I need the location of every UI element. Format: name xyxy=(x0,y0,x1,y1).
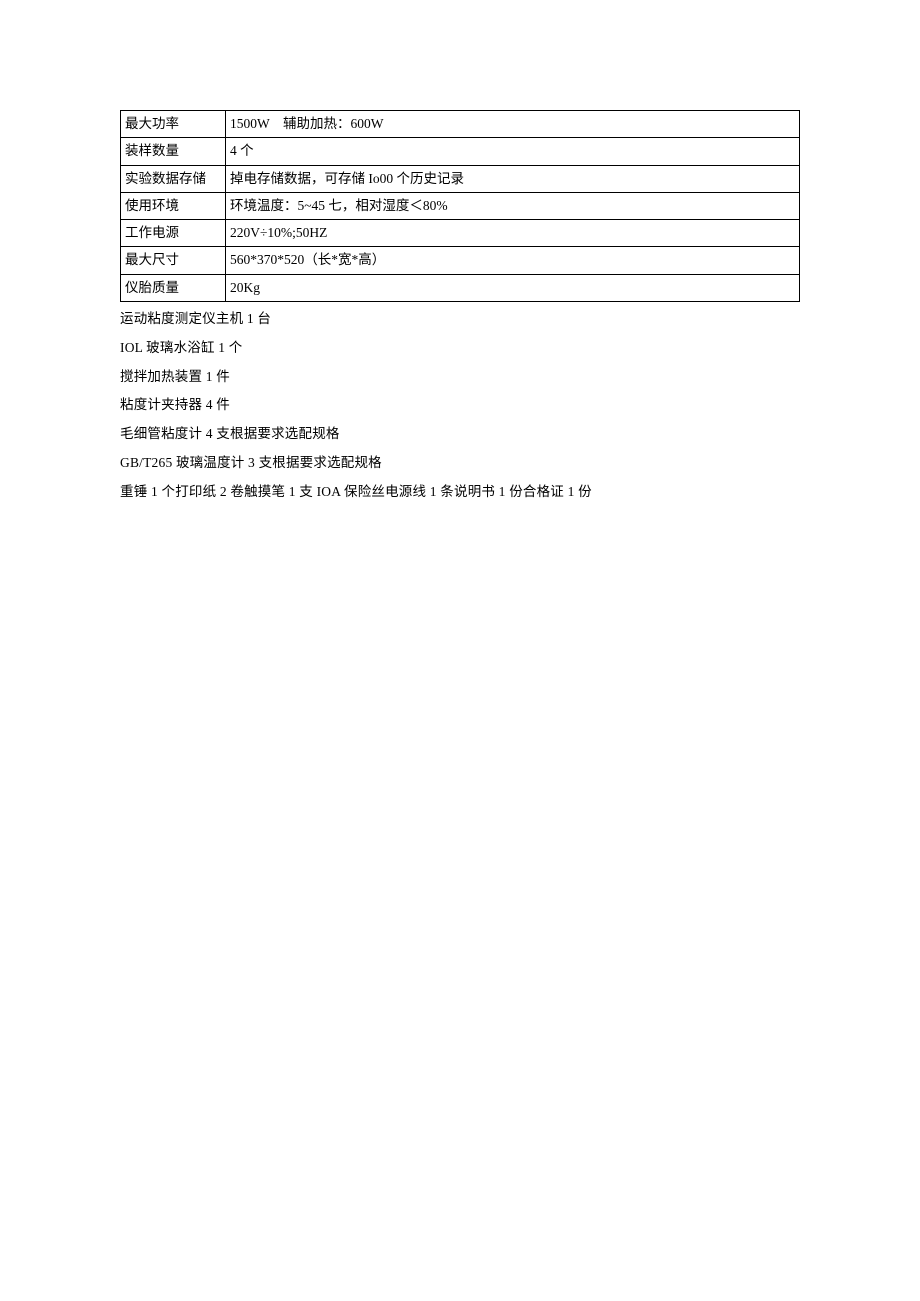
table-row: 最大功率 1500W 辅助加热：600W xyxy=(121,111,800,138)
spec-label: 使用环境 xyxy=(121,192,226,219)
spec-label: 最大功率 xyxy=(121,111,226,138)
table-row: 使用环境 环境温度：5~45 七，相对湿度＜80% xyxy=(121,192,800,219)
spec-label: 最大尺寸 xyxy=(121,247,226,274)
list-item: 毛细管粘度计 4 支根据要求选配规格 xyxy=(120,425,800,444)
list-item: 粘度计夹持器 4 件 xyxy=(120,396,800,415)
table-row: 最大尺寸 560*370*520（长*宽*高） xyxy=(121,247,800,274)
table-row: 装样数量 4 个 xyxy=(121,138,800,165)
spec-label: 工作电源 xyxy=(121,220,226,247)
list-item: 搅拌加热装置 1 件 xyxy=(120,368,800,387)
list-item: 运动粘度测定仪主机 1 台 xyxy=(120,310,800,329)
spec-label: 实验数据存储 xyxy=(121,165,226,192)
list-item: 重锤 1 个打印纸 2 卷触摸笔 1 支 IOA 保险丝电源线 1 条说明书 1… xyxy=(120,483,800,502)
spec-value: 4 个 xyxy=(226,138,800,165)
accessory-list: 运动粘度测定仪主机 1 台 IOL 玻璃水浴缸 1 个 搅拌加热装置 1 件 粘… xyxy=(120,310,800,502)
list-item: IOL 玻璃水浴缸 1 个 xyxy=(120,339,800,358)
spec-value: 20Kg xyxy=(226,274,800,301)
list-item: GB/T265 玻璃温度计 3 支根据要求选配规格 xyxy=(120,454,800,473)
table-row: 工作电源 220V÷10%;50HZ xyxy=(121,220,800,247)
spec-value: 560*370*520（长*宽*高） xyxy=(226,247,800,274)
spec-label: 装样数量 xyxy=(121,138,226,165)
spec-value: 1500W 辅助加热：600W xyxy=(226,111,800,138)
table-row: 仪胎质量 20Kg xyxy=(121,274,800,301)
spec-value: 环境温度：5~45 七，相对湿度＜80% xyxy=(226,192,800,219)
table-row: 实验数据存储 掉电存储数据，可存储 Io00 个历史记录 xyxy=(121,165,800,192)
spec-value: 掉电存储数据，可存储 Io00 个历史记录 xyxy=(226,165,800,192)
spec-label: 仪胎质量 xyxy=(121,274,226,301)
spec-value: 220V÷10%;50HZ xyxy=(226,220,800,247)
spec-table: 最大功率 1500W 辅助加热：600W 装样数量 4 个 实验数据存储 掉电存… xyxy=(120,110,800,302)
